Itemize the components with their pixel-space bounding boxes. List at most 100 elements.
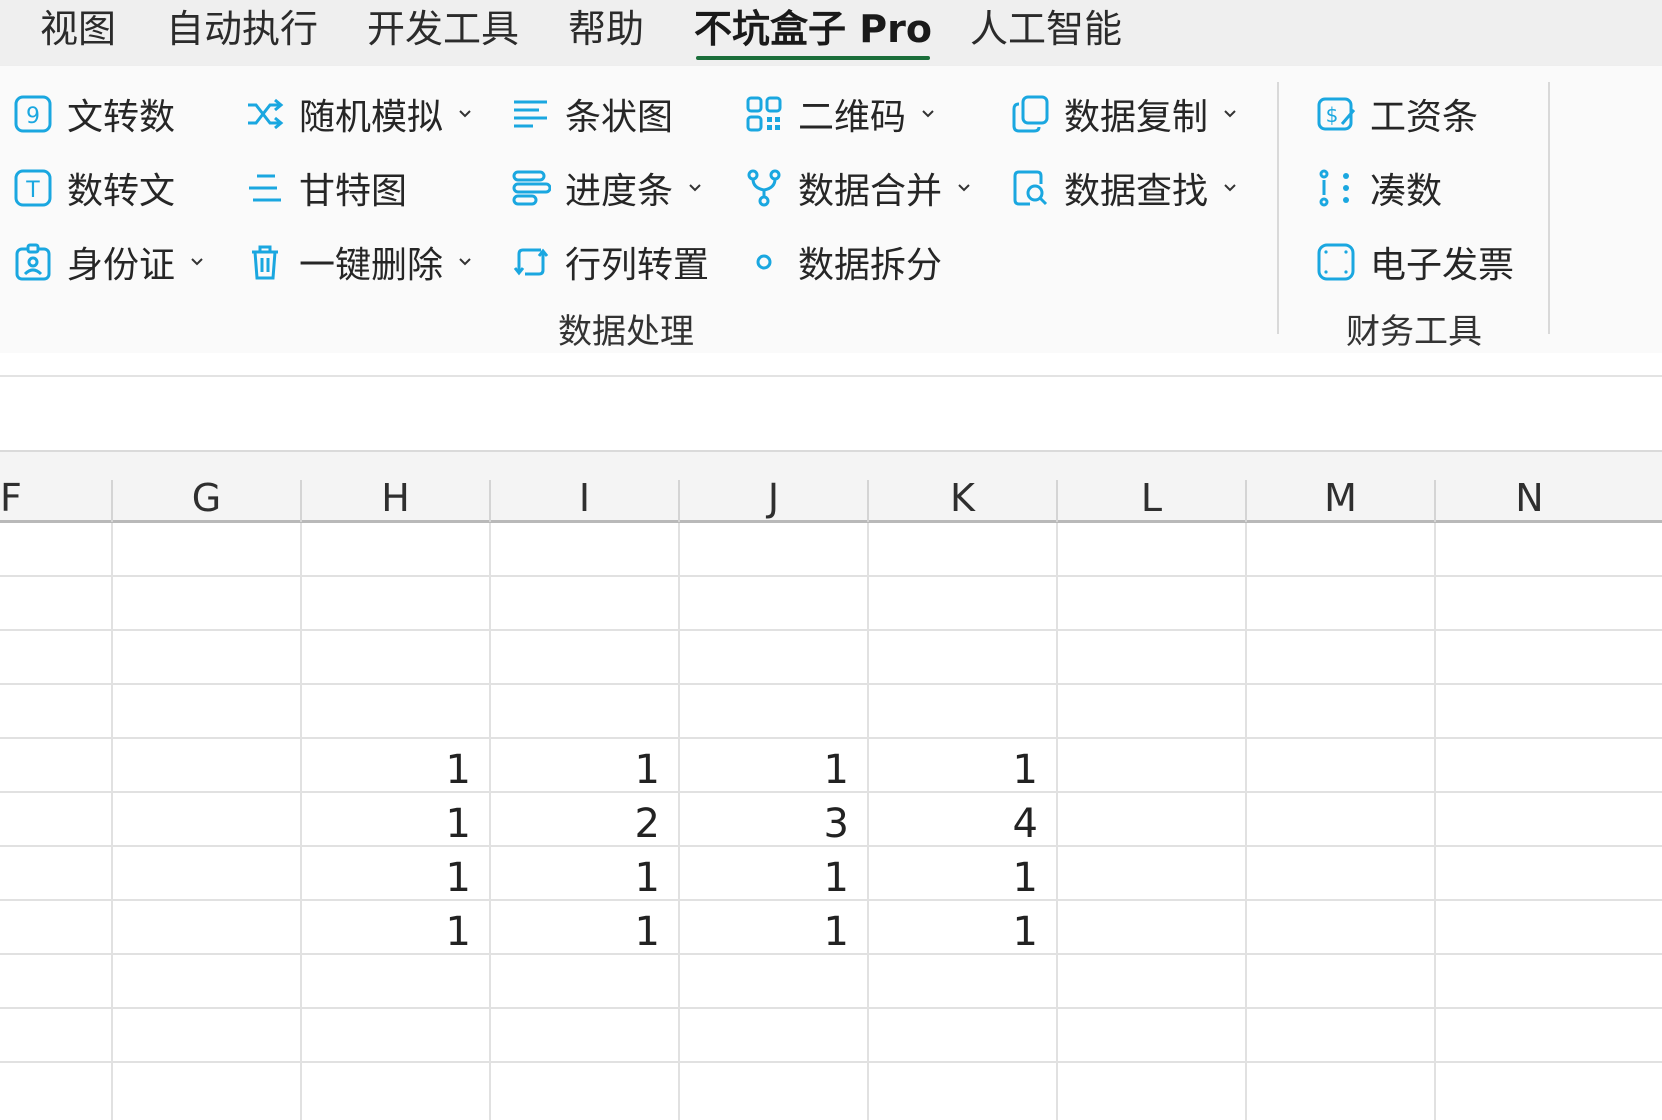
cell-f-9[interactable]: [0, 955, 111, 1009]
cell-l-2[interactable]: [1058, 577, 1227, 631]
cell-h-1[interactable]: [302, 523, 471, 577]
cell-j-6[interactable]: 3: [680, 793, 849, 847]
cell-n-4[interactable]: [1436, 685, 1605, 739]
cell-n-9[interactable]: [1436, 955, 1605, 1009]
cell-f-2[interactable]: [0, 577, 111, 631]
cell-i-7[interactable]: 1: [491, 847, 660, 901]
cell-m-8[interactable]: [1247, 901, 1416, 955]
cell-m-6[interactable]: [1247, 793, 1416, 847]
cell-h-4[interactable]: [302, 685, 471, 739]
data-split-button[interactable]: 数据拆分: [744, 237, 942, 287]
cell-i-10[interactable]: [491, 1009, 660, 1063]
cell-l-9[interactable]: [1058, 955, 1227, 1009]
cell-j-1[interactable]: [680, 523, 849, 577]
cell-f-6[interactable]: [0, 793, 111, 847]
cell-k-3[interactable]: [869, 631, 1038, 685]
cell-m-2[interactable]: [1247, 577, 1416, 631]
cell-k-7[interactable]: 1: [869, 847, 1038, 901]
cell-l-8[interactable]: [1058, 901, 1227, 955]
cell-i-9[interactable]: [491, 955, 660, 1009]
cell-j-8[interactable]: 1: [680, 901, 849, 955]
gantt-chart-button[interactable]: 甘特图: [245, 163, 407, 213]
cell-m-5[interactable]: [1247, 739, 1416, 793]
cell-h-9[interactable]: [302, 955, 471, 1009]
cell-k-2[interactable]: [869, 577, 1038, 631]
cell-m-7[interactable]: [1247, 847, 1416, 901]
cell-n-1[interactable]: [1436, 523, 1605, 577]
cell-f-8[interactable]: [0, 901, 111, 955]
cell-k-9[interactable]: [869, 955, 1038, 1009]
chevron-down-icon[interactable]: [920, 106, 936, 122]
cell-n-5[interactable]: [1436, 739, 1605, 793]
one-click-delete-button[interactable]: 一键删除: [245, 237, 473, 287]
cell-j-10[interactable]: [680, 1009, 849, 1063]
cell-g-7[interactable]: [113, 847, 282, 901]
cell-f-4[interactable]: [0, 685, 111, 739]
chevron-down-icon[interactable]: [457, 106, 473, 122]
cell-f-5[interactable]: [0, 739, 111, 793]
cell-k-10[interactable]: [869, 1009, 1038, 1063]
cell-h-10[interactable]: [302, 1009, 471, 1063]
e-invoice-button[interactable]: 电子发票: [1316, 237, 1514, 287]
data-merge-button[interactable]: 数据合并: [744, 163, 972, 213]
cell-n-6[interactable]: [1436, 793, 1605, 847]
cell-g-6[interactable]: [113, 793, 282, 847]
chevron-down-icon[interactable]: [687, 180, 703, 196]
chevron-down-icon[interactable]: [457, 254, 473, 270]
cell-k-4[interactable]: [869, 685, 1038, 739]
salary-slip-button[interactable]: $ 工资条: [1316, 89, 1478, 139]
text-to-number-button[interactable]: 9 文转数: [13, 89, 175, 139]
column-header-f[interactable]: F: [0, 452, 40, 522]
cell-j-3[interactable]: [680, 631, 849, 685]
cell-i-4[interactable]: [491, 685, 660, 739]
number-to-text-button[interactable]: T 数转文: [13, 163, 175, 213]
column-header-h[interactable]: H: [302, 452, 489, 522]
cell-f-3[interactable]: [0, 631, 111, 685]
bar-chart-button[interactable]: 条状图: [511, 89, 673, 139]
cell-f-7[interactable]: [0, 847, 111, 901]
cell-l-6[interactable]: [1058, 793, 1227, 847]
cell-j-5[interactable]: 1: [680, 739, 849, 793]
cell-g-2[interactable]: [113, 577, 282, 631]
tab-bukeng-box-pro[interactable]: 不坑盒子 Pro: [694, 6, 932, 60]
tab-view[interactable]: 视图: [40, 6, 116, 52]
column-header-j[interactable]: J: [680, 452, 867, 522]
cell-j-2[interactable]: [680, 577, 849, 631]
cell-j-9[interactable]: [680, 955, 849, 1009]
qr-code-button[interactable]: 二维码: [744, 89, 936, 139]
cell-k-8[interactable]: 1: [869, 901, 1038, 955]
tab-help[interactable]: 帮助: [568, 6, 644, 52]
cell-l-1[interactable]: [1058, 523, 1227, 577]
cell-i-2[interactable]: [491, 577, 660, 631]
cell-i-1[interactable]: [491, 523, 660, 577]
chevron-down-icon[interactable]: [1222, 180, 1238, 196]
cell-g-9[interactable]: [113, 955, 282, 1009]
cell-f-10[interactable]: [0, 1009, 111, 1063]
cell-l-7[interactable]: [1058, 847, 1227, 901]
make-up-number-button[interactable]: 凑数: [1316, 163, 1442, 213]
cell-g-8[interactable]: [113, 901, 282, 955]
cell-l-3[interactable]: [1058, 631, 1227, 685]
cell-n-3[interactable]: [1436, 631, 1605, 685]
cell-h-8[interactable]: 1: [302, 901, 471, 955]
cell-m-10[interactable]: [1247, 1009, 1416, 1063]
cell-h-7[interactable]: 1: [302, 847, 471, 901]
cell-g-3[interactable]: [113, 631, 282, 685]
cell-h-5[interactable]: 1: [302, 739, 471, 793]
column-header-i[interactable]: I: [491, 452, 678, 522]
chevron-down-icon[interactable]: [1222, 106, 1238, 122]
cell-m-3[interactable]: [1247, 631, 1416, 685]
cell-f-1[interactable]: [0, 523, 111, 577]
cell-i-3[interactable]: [491, 631, 660, 685]
cell-n-10[interactable]: [1436, 1009, 1605, 1063]
cell-g-1[interactable]: [113, 523, 282, 577]
cell-l-5[interactable]: [1058, 739, 1227, 793]
cell-n-2[interactable]: [1436, 577, 1605, 631]
tab-ai[interactable]: 人工智能: [970, 6, 1122, 52]
cell-l-4[interactable]: [1058, 685, 1227, 739]
cell-j-4[interactable]: [680, 685, 849, 739]
column-header-k[interactable]: K: [869, 452, 1056, 522]
cell-l-10[interactable]: [1058, 1009, 1227, 1063]
column-header-l[interactable]: L: [1058, 452, 1245, 522]
cell-i-8[interactable]: 1: [491, 901, 660, 955]
